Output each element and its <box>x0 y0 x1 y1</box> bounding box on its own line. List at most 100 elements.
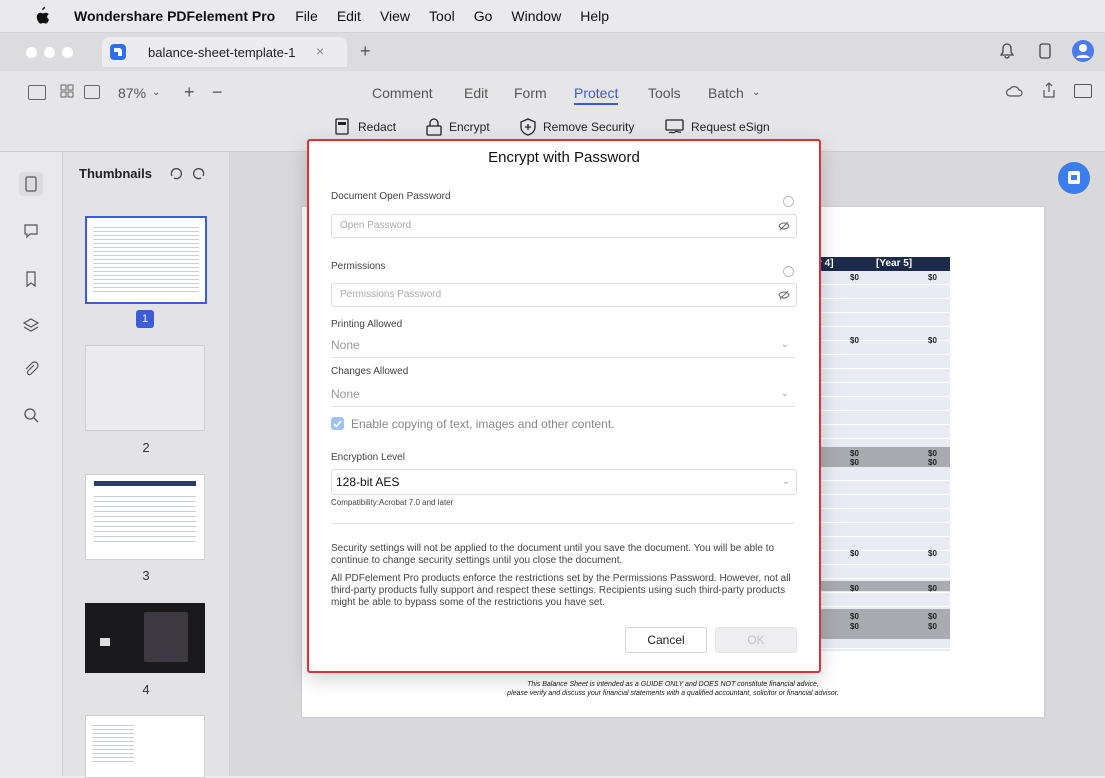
menu-file[interactable]: File <box>295 8 318 24</box>
page-layout-icon[interactable] <box>84 85 100 99</box>
thumbnails-title: Thumbnails <box>79 166 152 181</box>
thumbnails-panel: Thumbnails 1 2 3 4 <box>63 152 230 778</box>
page-thumbnail-3[interactable] <box>85 474 205 560</box>
rotate-left-icon[interactable] <box>169 166 183 185</box>
permissions-password-input[interactable]: Permissions Password <box>331 283 797 307</box>
page-number-3: 3 <box>142 568 150 583</box>
thumbnail-preview <box>93 224 199 294</box>
cell-value: $0 <box>928 449 937 458</box>
open-password-input[interactable]: Open Password <box>331 214 797 238</box>
zoom-level[interactable]: 87% <box>118 85 146 101</box>
printing-allowed-select[interactable]: None ⌄ <box>331 333 795 358</box>
check-icon <box>333 420 342 428</box>
bookmark-icon[interactable] <box>22 270 40 288</box>
chevron-down-icon: ⌄ <box>781 476 790 487</box>
close-window-button[interactable] <box>26 47 37 58</box>
menu-help[interactable]: Help <box>580 8 609 24</box>
redact-icon <box>335 118 349 135</box>
tab-form[interactable]: Form <box>514 85 547 101</box>
cell-value: $0 <box>850 449 859 458</box>
tab-comment[interactable]: Comment <box>372 85 433 101</box>
page-thumbnail-5[interactable] <box>85 715 205 778</box>
changes-allowed-select[interactable]: None ⌄ <box>331 382 795 407</box>
tab-protect[interactable]: Protect <box>574 85 619 105</box>
new-tab-button[interactable]: + <box>360 41 371 62</box>
open-password-placeholder: Open Password <box>340 220 412 231</box>
page-thumbnail-4[interactable] <box>85 603 205 673</box>
zoom-window-button[interactable] <box>62 47 73 58</box>
ai-assistant-button[interactable] <box>1058 162 1090 194</box>
esign-icon <box>665 119 684 134</box>
left-rail <box>0 152 63 776</box>
tab-batch[interactable]: Batch <box>708 85 744 101</box>
menu-go[interactable]: Go <box>474 8 493 24</box>
right-panel-icon[interactable] <box>1074 84 1092 98</box>
menu-view[interactable]: View <box>380 8 410 24</box>
device-icon[interactable] <box>1039 43 1051 59</box>
request-esign-label: Request eSign <box>691 120 770 134</box>
thumbnail-preview <box>100 638 110 646</box>
pdfelement-logo-icon <box>110 44 126 60</box>
sidebar-toggle-icon[interactable] <box>28 85 46 100</box>
request-esign-button[interactable]: Request eSign <box>665 118 770 136</box>
grid-view-icon[interactable] <box>60 84 74 103</box>
remove-security-label: Remove Security <box>543 120 635 134</box>
permissions-info-icon[interactable] <box>783 266 794 277</box>
redact-label: Redact <box>358 120 397 134</box>
tab-tools[interactable]: Tools <box>648 85 681 101</box>
cloud-icon[interactable] <box>1005 84 1023 103</box>
page-number-2: 2 <box>142 440 150 455</box>
eye-off-icon[interactable] <box>778 221 790 231</box>
cancel-button[interactable]: Cancel <box>625 627 707 653</box>
chevron-down-icon: ⌄ <box>780 388 789 399</box>
cell-value: $0 <box>928 273 937 282</box>
layers-icon[interactable] <box>22 316 40 334</box>
user-avatar-icon[interactable] <box>1072 40 1094 62</box>
assistant-icon <box>1068 171 1080 184</box>
comment-panel-icon[interactable] <box>22 222 40 240</box>
menu-window[interactable]: Window <box>511 8 561 24</box>
encrypt-label: Encrypt <box>449 120 490 134</box>
permissions-label: Permissions <box>331 261 386 272</box>
bell-icon[interactable] <box>999 43 1015 59</box>
page-number-badge-1: 1 <box>136 310 154 328</box>
menu-edit[interactable]: Edit <box>337 8 361 24</box>
page-thumbnail-1[interactable] <box>85 216 207 304</box>
cell-value: $0 <box>928 622 937 631</box>
dialog-title: Encrypt with Password <box>488 149 640 166</box>
compatibility-note: Compatibility:Acrobat 7.0 and later <box>331 498 454 507</box>
encryption-level-select[interactable]: 128-bit AES ⌄ <box>331 469 797 495</box>
remove-security-button[interactable]: Remove Security <box>519 118 634 136</box>
menu-bar: Wondershare PDFelement Pro File Edit Vie… <box>0 0 1105 33</box>
minimize-window-button[interactable] <box>44 47 55 58</box>
thumbnails-panel-button[interactable] <box>19 172 43 196</box>
thumbnail-preview <box>94 481 196 486</box>
eye-off-icon[interactable] <box>778 290 790 300</box>
page-thumbnail-2[interactable] <box>85 345 205 431</box>
ok-button[interactable]: OK <box>715 627 797 653</box>
lock-icon <box>426 118 442 136</box>
attachment-icon[interactable] <box>22 360 40 378</box>
zoom-dropdown-icon[interactable]: ⌄ <box>152 87 160 98</box>
menu-tool[interactable]: Tool <box>429 8 455 24</box>
apple-icon[interactable] <box>34 7 50 25</box>
redact-button[interactable]: Redact <box>334 118 396 136</box>
close-tab-icon[interactable]: × <box>316 43 324 59</box>
thumbnail-preview <box>92 722 134 762</box>
rotate-right-icon[interactable] <box>192 166 206 185</box>
tab-edit[interactable]: Edit <box>464 85 488 101</box>
app-name[interactable]: Wondershare PDFelement Pro <box>74 8 275 24</box>
cell-value: $0 <box>928 458 937 467</box>
zoom-in-button[interactable]: + <box>184 82 195 103</box>
cell-value: $0 <box>850 336 859 345</box>
search-icon[interactable] <box>22 406 40 424</box>
cell-value: $0 <box>850 584 859 593</box>
encrypt-button[interactable]: Encrypt <box>425 118 490 136</box>
document-tab[interactable]: balance-sheet-template-1 × <box>102 37 347 67</box>
open-password-label: Document Open Password <box>331 191 451 202</box>
share-icon[interactable] <box>1042 82 1056 103</box>
shield-icon <box>520 118 536 136</box>
zoom-out-button[interactable]: − <box>212 82 223 103</box>
open-password-info-icon[interactable] <box>783 196 794 207</box>
copy-content-checkbox[interactable] <box>331 417 344 430</box>
